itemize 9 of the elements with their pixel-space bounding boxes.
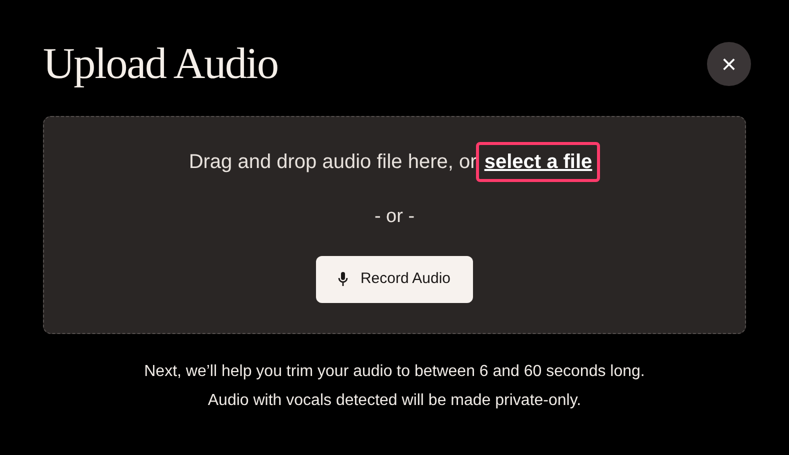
info-text: Audio with vocals detected will be made private-only. <box>208 391 582 411</box>
drop-zone[interactable]: Drag and drop audio file here, or select a file - or - Record Audio <box>43 116 746 334</box>
dialog-title: Upload Audio <box>43 38 278 90</box>
close-button[interactable]: × <box>707 42 751 86</box>
select-file-link[interactable]: select a file <box>476 142 600 182</box>
microphone-icon <box>338 272 348 286</box>
separator-text: - or - <box>374 205 415 229</box>
info-text: Next, we’ll help you trim your audio to between 6 and 60 seconds long. <box>144 362 645 382</box>
record-audio-button[interactable]: Record Audio <box>316 256 473 302</box>
